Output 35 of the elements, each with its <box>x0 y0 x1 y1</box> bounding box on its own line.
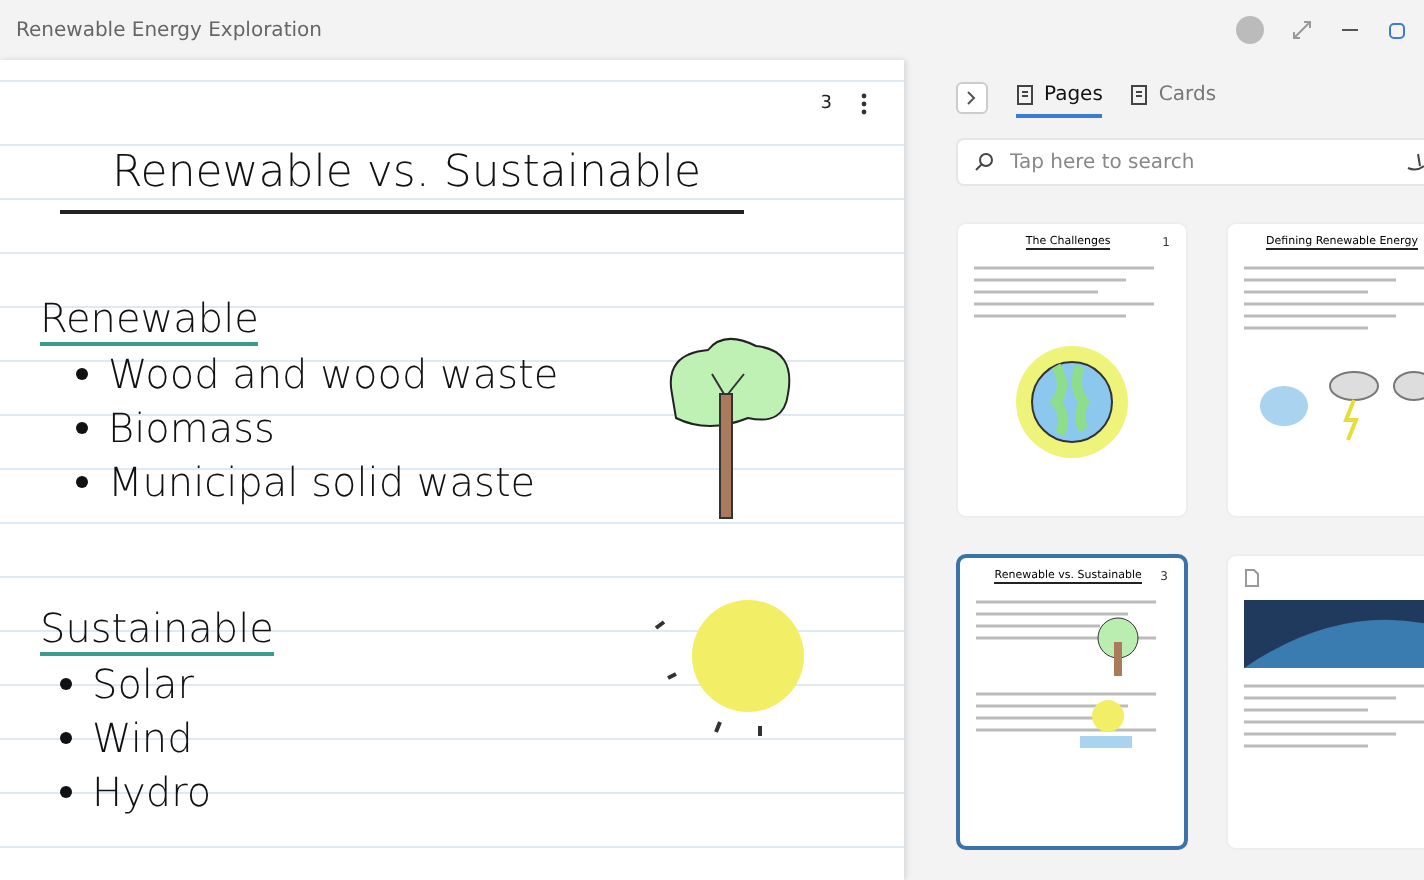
earth-drawing <box>1012 342 1132 462</box>
bullet-icon <box>76 475 88 487</box>
sun-drawing <box>1080 700 1132 748</box>
restore-icon[interactable] <box>1388 20 1408 40</box>
list-item: Wind <box>92 713 193 761</box>
tree-drawing <box>1096 616 1140 676</box>
search-input[interactable]: Tap here to search <box>1006 149 1394 175</box>
search-field[interactable]: Tap here to search <box>956 138 1424 186</box>
list-item: Biomass <box>108 403 275 451</box>
more-options-icon[interactable] <box>860 92 868 116</box>
page-thumbnail[interactable] <box>1226 554 1424 850</box>
search-icon <box>974 152 994 172</box>
document-icon <box>1244 568 1260 588</box>
bullet-icon <box>76 421 88 433</box>
list-item: Solar <box>92 659 194 707</box>
pen-icon[interactable] <box>1406 152 1424 172</box>
expand-panel-button[interactable] <box>956 81 988 113</box>
chevron-icon <box>966 89 978 105</box>
list-item: Municipal solid waste <box>108 457 536 505</box>
bullet-icon <box>60 731 72 743</box>
note-title: Renewable vs. Sustainable <box>110 146 703 198</box>
bullet-icon <box>76 367 88 379</box>
list-item: Wood and wood waste <box>108 349 559 397</box>
bullet-icon <box>60 785 72 797</box>
bullet-icon <box>60 677 72 689</box>
section-heading: Sustainable <box>40 604 274 656</box>
panel-tab[interactable]: Pages <box>1016 76 1103 118</box>
panel-tab[interactable]: Cards <box>1130 76 1217 118</box>
page-icon <box>1016 84 1034 106</box>
page-icon <box>1130 84 1149 106</box>
expand-icon[interactable] <box>1292 20 1312 40</box>
window-title: Renewable Energy Exploration <box>16 19 324 41</box>
page-number: 3 <box>820 94 832 114</box>
section-heading: Renewable <box>40 294 259 346</box>
list-item: Hydro <box>92 767 212 815</box>
